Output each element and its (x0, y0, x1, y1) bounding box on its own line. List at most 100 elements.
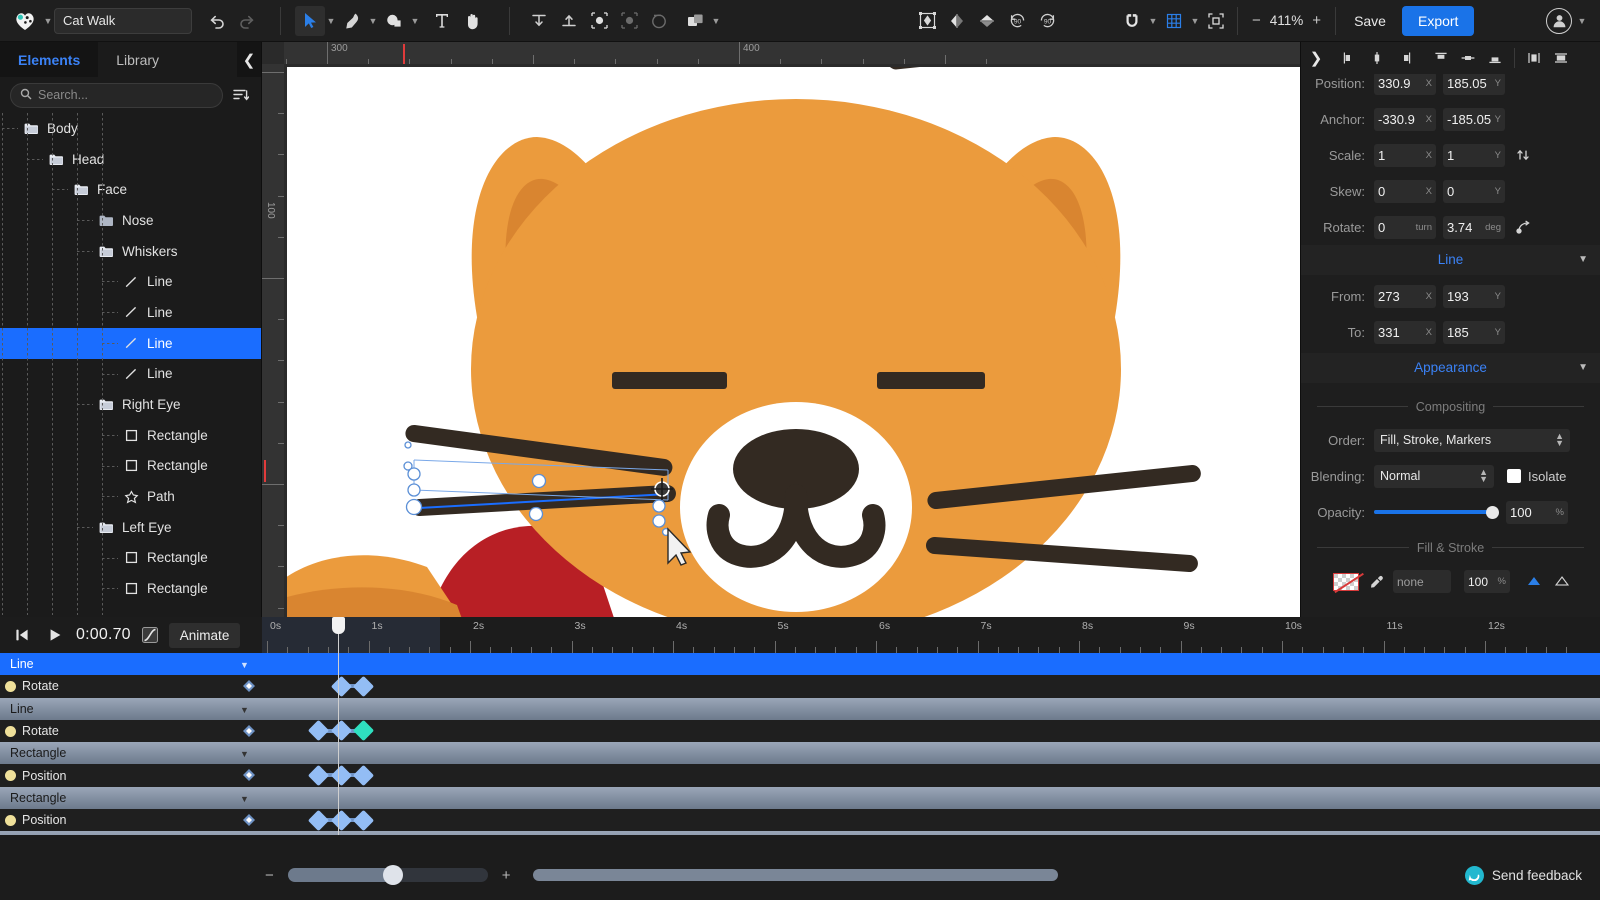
tree-item-whiskers[interactable]: Whiskers (0, 236, 261, 267)
keyframe[interactable] (308, 764, 330, 787)
rotate-turn-field[interactable]: turn (1374, 215, 1436, 239)
keyframe[interactable] (352, 720, 375, 742)
chevron-down-icon[interactable]: ▼ (1578, 254, 1588, 265)
save-button[interactable]: Save (1342, 7, 1398, 35)
shape-tool-icon[interactable] (379, 6, 409, 36)
arrange-caret-icon[interactable]: ▼ (710, 6, 722, 36)
search-input[interactable] (38, 88, 213, 102)
timeline-keyframe-lane[interactable] (262, 742, 1600, 764)
timeline-track-position[interactable]: Position (0, 809, 1600, 832)
redo-icon[interactable] (232, 6, 262, 36)
mask-icon[interactable] (644, 6, 674, 36)
keyframe[interactable] (330, 720, 352, 742)
timeline-horizontal-scrollbar[interactable] (532, 869, 1058, 881)
ungroup-icon[interactable] (614, 6, 644, 36)
add-keyframe-button[interactable] (242, 768, 256, 782)
tree-item-head[interactable]: Head (0, 144, 261, 175)
group-icon[interactable] (584, 6, 614, 36)
tree-item-right-eye[interactable]: Right Eye (0, 389, 261, 420)
stepper-icon-order[interactable]: ▲ ▼ (1555, 432, 1564, 448)
rotate-deg-field[interactable]: deg (1443, 215, 1505, 239)
account-caret-icon[interactable]: ▼ (1576, 6, 1588, 36)
position-x-field[interactable]: X (1374, 74, 1436, 96)
to-x-input[interactable] (1378, 325, 1432, 341)
from-x-input[interactable] (1378, 289, 1432, 305)
anchor-y-input[interactable] (1447, 112, 1501, 128)
cat-illustration[interactable] (287, 67, 1300, 617)
keyframe[interactable] (352, 809, 375, 831)
pen-tool-icon[interactable] (337, 6, 367, 36)
tree-item-line[interactable]: Line (0, 359, 261, 390)
minus-icon[interactable]: − (265, 867, 274, 884)
ruler-horizontal[interactable]: 300 400 (262, 42, 1300, 64)
skew-y-field[interactable]: Y (1443, 179, 1505, 203)
timeline-track-rectangle[interactable]: Rectangle ▼ (0, 786, 1600, 810)
align-top-icon[interactable] (524, 6, 554, 36)
timeline-keyframe-lane[interactable] (262, 675, 1600, 697)
from-y-input[interactable] (1447, 289, 1501, 305)
timeline-keyframe-lane[interactable] (262, 809, 1600, 831)
distribute-vertical-icon[interactable] (1548, 45, 1574, 71)
tab-elements[interactable]: Elements (0, 42, 99, 77)
eyedropper-icon[interactable] (1365, 571, 1387, 593)
anchor-x-input[interactable] (1378, 112, 1432, 128)
fill-value-input[interactable] (1397, 574, 1447, 589)
align-left-icon[interactable] (1337, 45, 1363, 71)
align-top-icon[interactable] (1428, 45, 1454, 71)
keyframe[interactable] (352, 675, 375, 697)
scale-x-input[interactable] (1378, 147, 1432, 163)
skew-y-input[interactable] (1447, 183, 1501, 199)
fill-solid-icon[interactable] (1523, 571, 1545, 593)
zoom-level-label[interactable]: 411% (1270, 13, 1304, 28)
tree-item-rectangle[interactable]: Rectangle (0, 543, 261, 574)
plus-icon[interactable]: + (502, 867, 511, 884)
rotate-cw-90-icon[interactable]: 90 (1032, 6, 1062, 36)
from-x-field[interactable]: X (1374, 285, 1436, 309)
tree-item-line[interactable]: Line (0, 297, 261, 328)
align-right-icon[interactable] (1391, 45, 1417, 71)
skip-to-start-icon[interactable] (10, 623, 34, 647)
add-keyframe-button[interactable] (242, 813, 256, 827)
appearance-section-header[interactable]: Appearance ▼ (1301, 352, 1600, 383)
timeline-keyframe-lane[interactable] (262, 764, 1600, 787)
select-tool-caret-icon[interactable]: ▼ (325, 6, 337, 36)
anchor-y-field[interactable]: Y (1443, 108, 1505, 132)
position-y-field[interactable]: Y (1443, 74, 1505, 96)
hand-tool-icon[interactable] (457, 6, 487, 36)
timeline-keyframe-lane[interactable] (262, 787, 1600, 809)
position-y-input[interactable] (1447, 76, 1501, 92)
pen-tool-caret-icon[interactable]: ▼ (367, 6, 379, 36)
visibility-bulb-icon[interactable] (5, 725, 16, 737)
snap-caret-icon[interactable]: ▼ (1147, 6, 1159, 36)
to-x-field[interactable]: X (1374, 321, 1436, 345)
skew-x-field[interactable]: X (1374, 179, 1436, 203)
link-scale-icon[interactable] (1512, 144, 1534, 166)
from-y-field[interactable]: Y (1443, 285, 1505, 309)
play-icon[interactable] (43, 623, 67, 647)
keyframe[interactable] (330, 809, 352, 831)
flip-horizontal-icon[interactable] (942, 6, 972, 36)
timeline-keyframe-lane[interactable] (262, 720, 1600, 742)
arrange-icon[interactable] (680, 6, 710, 36)
timeline-zoom-knob[interactable] (382, 865, 403, 885)
anchor-x-field[interactable]: X (1374, 108, 1436, 132)
magnet-snap-icon[interactable] (1117, 6, 1147, 36)
current-time-label[interactable]: 0:00.70 (76, 626, 131, 644)
opacity-slider[interactable] (1374, 505, 1499, 519)
send-feedback-button[interactable]: Send feedback (1464, 865, 1582, 885)
scale-x-field[interactable]: X (1374, 143, 1436, 167)
fill-opacity-field[interactable]: % (1464, 570, 1510, 594)
animate-button[interactable]: Animate (168, 622, 241, 648)
tree-item-path[interactable]: Path (0, 481, 261, 512)
timeline-track-rectangle[interactable]: Rectangle ▼ (0, 742, 1600, 765)
logo-icon[interactable] (8, 6, 42, 36)
rotate-ccw-90-icon[interactable]: 90 (1002, 6, 1032, 36)
chevron-left-icon[interactable]: ❮ (237, 42, 261, 77)
to-y-input[interactable] (1447, 325, 1501, 341)
fit-icon[interactable] (1201, 6, 1231, 36)
timeline-keyframe-lane[interactable] (262, 831, 1600, 835)
align-middle-vertical-icon[interactable] (1455, 45, 1481, 71)
tree-item-left-eye[interactable]: Left Eye (0, 512, 261, 543)
timeline-track-line[interactable]: Line ▼ (0, 697, 1600, 720)
logo-menu-caret-icon[interactable]: ▼ (42, 6, 54, 36)
